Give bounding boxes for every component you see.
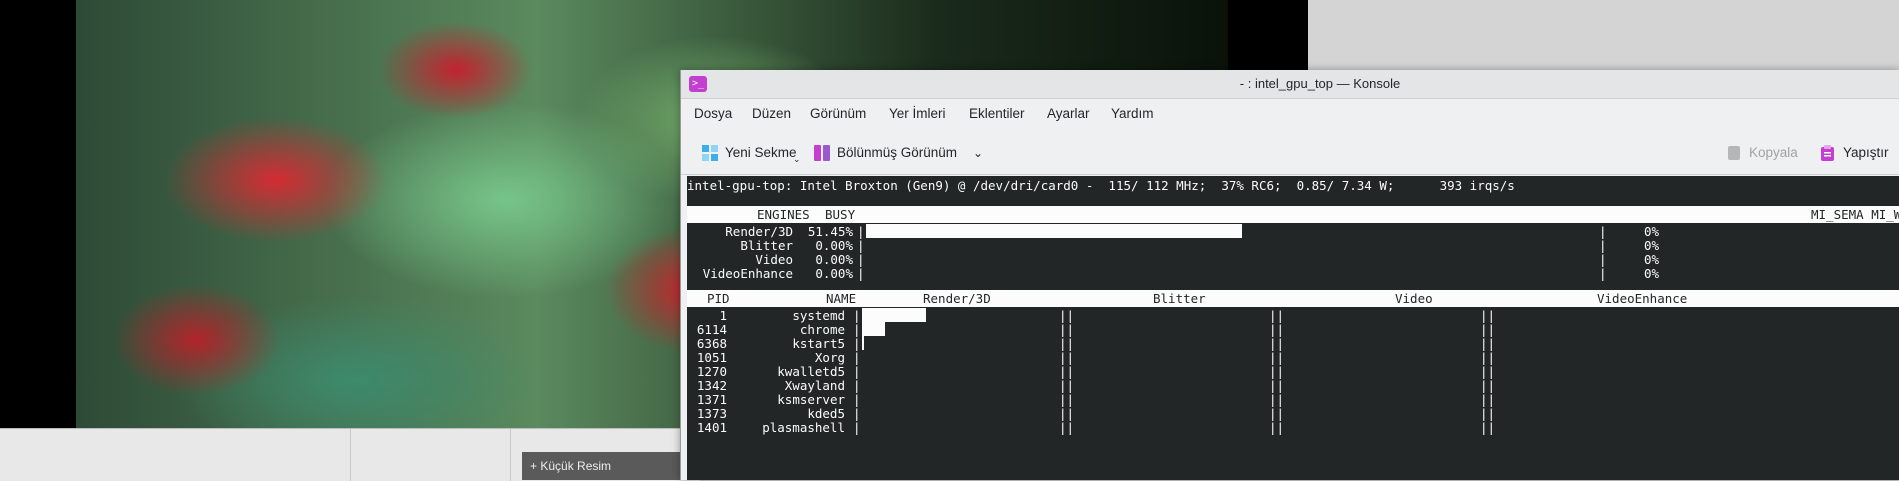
paste-button[interactable]: Yapıştır (1819, 142, 1899, 164)
column-separator: || (1059, 420, 1075, 435)
name-header: NAME (826, 291, 857, 306)
semaphore-header: MI_SEMA MI_W (1811, 207, 1899, 222)
split-view-button[interactable]: Bölünmüş Görünüm ⌄ (813, 142, 983, 164)
menu-bookmarks[interactable]: Yer İmleri (889, 100, 946, 128)
process-render-bar (862, 308, 927, 322)
copy-label: Kopyala (1749, 145, 1798, 160)
render-header: Render/3D (923, 291, 991, 306)
blitter-header: Blitter (1153, 291, 1206, 306)
engine-name: VideoEnhance (702, 266, 793, 281)
column-separator: || (1269, 420, 1285, 435)
copy-button[interactable]: Kopyala (1725, 142, 1805, 164)
menu-edit[interactable]: Düzen (752, 100, 791, 128)
toolbar: Yeni Sekme ⌄ Bölünmüş Görünüm ⌄ Kopyala … (681, 132, 1899, 175)
engine-semaphore: 0% (1643, 266, 1659, 281)
engines-header-row (687, 206, 1899, 223)
window-title: - : intel_gpu_top — Konsole (1239, 76, 1401, 91)
new-tab-label: Yeni Sekme (725, 145, 797, 160)
split-view-label: Bölünmüş Görünüm (837, 145, 958, 160)
menu-help[interactable]: Yardım (1111, 100, 1154, 128)
panel-divider (510, 429, 511, 481)
column-separator: | (853, 420, 861, 435)
videoenhance-header: VideoEnhance (1597, 291, 1688, 306)
thumbnail-button[interactable]: + Küçük Resim (522, 452, 682, 480)
bar-bracket: | (1599, 266, 1607, 281)
video-header: Video (1395, 291, 1433, 306)
split-view-icon (814, 145, 830, 161)
new-tab-icon (702, 145, 718, 161)
panel-divider (350, 429, 351, 481)
title-bar[interactable]: >_ - : intel_gpu_top — Konsole (681, 70, 1899, 99)
gpu-status-line: intel-gpu-top: Intel Broxton (Gen9) @ /d… (687, 178, 1515, 193)
terminal-view[interactable]: intel-gpu-top: Intel Broxton (Gen9) @ /d… (687, 176, 1899, 480)
process-render-bar (862, 336, 864, 350)
bar-bracket: | (857, 266, 865, 281)
busy-header: BUSY (825, 207, 856, 222)
paste-icon (1821, 145, 1834, 161)
engines-header: ENGINES (757, 207, 810, 222)
engine-busy-bar (866, 224, 1242, 238)
chevron-down-icon: ⌄ (973, 146, 984, 160)
process-header-row (687, 290, 1899, 307)
copy-icon (1728, 146, 1740, 160)
process-pid: 1401 (696, 420, 727, 435)
paste-label: Yapıştır (1843, 145, 1889, 160)
process-name: plasmashell (762, 420, 845, 435)
engine-busy: 0.00% (815, 266, 853, 281)
new-tab-button[interactable]: Yeni Sekme ⌄ (701, 142, 809, 164)
menu-view[interactable]: Görünüm (810, 100, 866, 128)
pid-header: PID (707, 291, 730, 306)
menu-settings[interactable]: Ayarlar (1047, 100, 1090, 128)
menu-file[interactable]: Dosya (694, 100, 732, 128)
chevron-down-icon: ⌄ (793, 154, 801, 164)
process-render-bar (862, 322, 886, 336)
column-separator: || (1480, 420, 1496, 435)
menu-bar: Dosya Düzen Görünüm Yer İmleri Eklentile… (681, 100, 1899, 128)
konsole-window: >_ - : intel_gpu_top — Konsole Dosya Düz… (680, 70, 1899, 480)
menu-plugins[interactable]: Eklentiler (969, 100, 1025, 128)
